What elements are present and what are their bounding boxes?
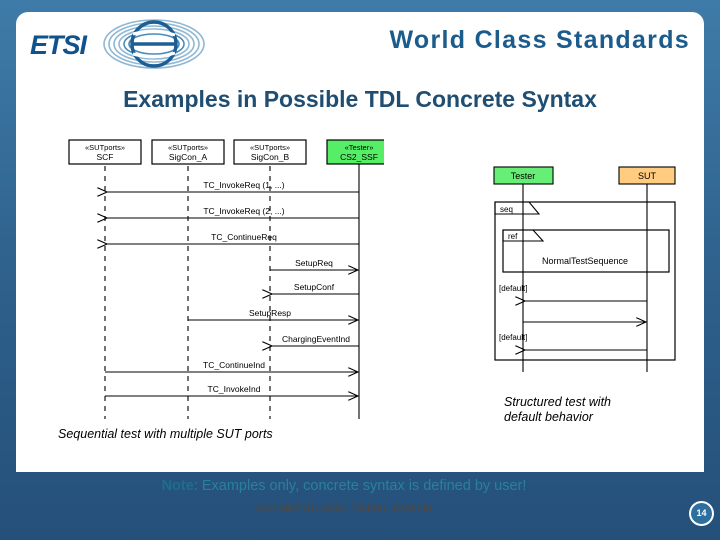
message-label: TC_ContinueInd [203,360,265,370]
message-chargingeventind: ChargingEventInd [271,334,359,346]
lifeline-stereotype: «Tester» [345,143,374,152]
message-tc-continueind: TC_ContinueInd [105,360,358,372]
conference-line: 2nd MBTUC 2012, Tallinn, Estonia [255,503,433,515]
etsi-swirl-icon [103,19,205,69]
message-tc-continuereq: TC_ContinueReq [106,232,359,244]
message-setupresp: SetupResp [188,308,358,320]
slide-header: ETSI World Class Standards [16,12,704,76]
fragment-body-label: NormalTestSequence [542,256,628,266]
lifeline-name: SigCon_A [169,152,208,162]
lifeline-name: SCF [97,152,114,162]
guard-label-default-1: [default] [499,284,527,293]
slide-content-card: ETSI World Class Standards Examples in P… [16,12,704,472]
message-label: TC_InvokeReq (2, ...) [203,206,284,216]
lifeline-stereotype: «SUTports» [250,143,290,152]
right-caption-line-1: Structured test with [504,395,611,409]
etsi-logo: ETSI [28,16,210,72]
right-sequence-diagram: Tester SUT seq ref NormalTestSequence [d… [471,160,693,375]
note-line: Note: Examples only, concrete syntax is … [0,478,688,494]
message-tc-invokeind: TC_InvokeInd [105,384,358,396]
fragment-label: seq [500,205,513,214]
left-sequence-diagram: «SUTports» SCF «SUTports» SigCon_A «SUTp… [44,134,384,429]
lifeline-name: Tester [511,171,536,181]
lifeline-head-sigcon-b: «SUTports» SigCon_B [233,139,307,165]
lifeline-name: CS2_SSF [340,152,378,162]
message-label: TC_InvokeReq (1, ...) [203,180,284,190]
page-number-badge: 14 [689,501,714,526]
lifeline-head-scf: «SUTports» SCF [68,139,142,165]
lifeline-head-cs2-ssf: «Tester» CS2_SSF [326,139,384,165]
right-caption-line-2: default behavior [504,410,593,424]
message-setupconf: SetupConf [271,282,359,294]
message-label: SetupConf [294,282,335,292]
fragment-ref: ref NormalTestSequence [502,229,670,273]
message-label: SetupResp [249,308,291,318]
message-tc-invokereq-2: TC_InvokeReq (2, ...) [106,206,359,218]
slide: ETSI World Class Standards Examples in P… [0,0,720,540]
note-prefix: Note [161,478,194,494]
fragment-label: ref [508,232,518,241]
message-label: TC_ContinueReq [211,232,277,242]
lifeline-name: SUT [638,171,657,181]
etsi-wordmark: ETSI [30,30,87,60]
lifeline-head-sut: SUT [618,166,676,185]
guard-label-default-2: [default] [499,333,527,342]
lifeline-name: SigCon_B [251,152,290,162]
message-label: TC_InvokeInd [208,384,261,394]
left-diagram-caption: Sequential test with multiple SUT ports [58,427,273,441]
lifeline-head-tester: Tester [493,166,554,185]
message-label: SetupReq [295,258,333,268]
message-tc-invokereq-1: TC_InvokeReq (1, ...) [106,180,359,192]
lifeline-head-sigcon-a: «SUTports» SigCon_A [151,139,225,165]
lifeline-stereotype: «SUTports» [168,143,208,152]
lifeline-axes [104,166,271,419]
lifeline-stereotype: «SUTports» [85,143,125,152]
header-tagline: World Class Standards [389,26,690,54]
note-text: : Examples only, concrete syntax is defi… [193,478,527,494]
message-setupreq: SetupReq [270,258,358,270]
message-label: ChargingEventInd [282,334,350,344]
page-title: Examples in Possible TDL Concrete Syntax [123,86,597,112]
right-diagram-caption: Structured test with default behavior [504,395,674,425]
